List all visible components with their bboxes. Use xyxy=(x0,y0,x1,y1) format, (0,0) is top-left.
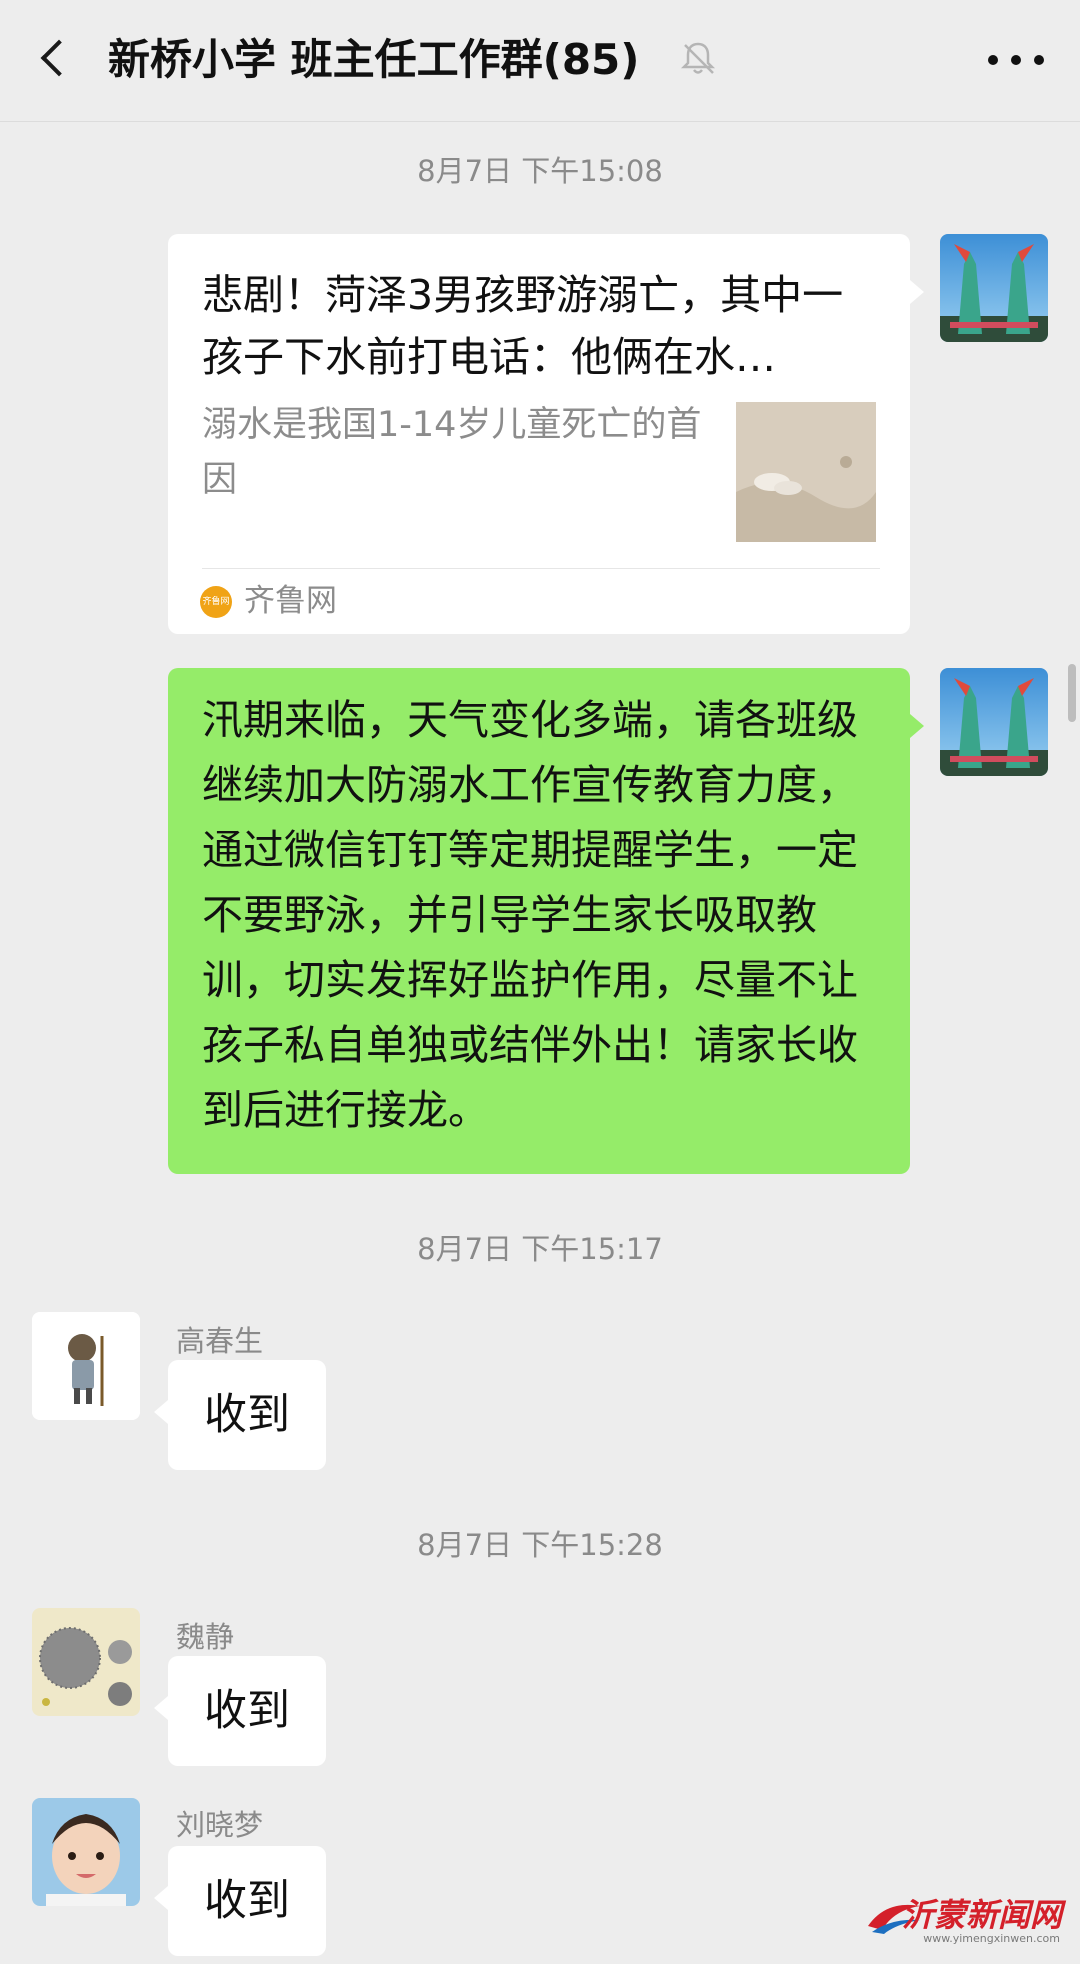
reply-message[interactable]: 收到 xyxy=(168,1656,326,1766)
reply-message[interactable]: 收到 xyxy=(168,1360,326,1470)
link-card-divider xyxy=(202,568,880,569)
chat-header: 新桥小学 班主任工作群(85) xyxy=(0,0,1080,122)
message-timestamp: 8月7日 下午15:08 xyxy=(417,154,663,188)
link-card-thumbnail xyxy=(736,402,876,542)
chat-title: 新桥小学 班主任工作群(85) xyxy=(108,35,640,84)
self-avatar[interactable] xyxy=(940,234,1048,342)
message-timestamp: 8月7日 下午15:28 xyxy=(417,1528,663,1562)
self-avatar[interactable] xyxy=(940,668,1048,776)
link-card-message[interactable]: 悲剧！菏泽3男孩野游溺亡，其中一孩子下水前打电话：他俩在水… 溺水是我国1-14… xyxy=(168,234,910,634)
reply-text: 收到 xyxy=(204,1876,290,1926)
member-avatar[interactable] xyxy=(32,1608,140,1716)
mute-bell-icon xyxy=(680,42,716,74)
link-card-source: 齐鲁网 xyxy=(244,583,337,619)
bubble-tail xyxy=(910,714,924,738)
sender-name: 高春生 xyxy=(176,1324,264,1358)
reply-text: 收到 xyxy=(204,1390,290,1440)
bubble-tail xyxy=(154,1696,168,1720)
reply-message[interactable]: 收到 xyxy=(168,1846,326,1956)
scrollbar-thumb[interactable] xyxy=(1068,664,1076,722)
bubble-tail xyxy=(154,1400,168,1424)
news-watermark: 沂蒙新闻网 www.yimengxinwen.com xyxy=(866,1888,1066,1954)
more-dots-icon xyxy=(988,55,998,65)
back-button[interactable] xyxy=(22,26,86,90)
reply-text: 收到 xyxy=(204,1686,290,1736)
message-timestamp: 8月7日 下午15:17 xyxy=(417,1232,663,1266)
sender-name: 魏静 xyxy=(176,1620,235,1654)
more-options-button[interactable] xyxy=(980,28,1052,92)
notice-text: 汛期来临，天气变化多端，请各班级继续加大防溺水工作宣传教育力度，通过微信钉钉等定… xyxy=(202,696,858,1134)
notice-message[interactable]: 汛期来临，天气变化多端，请各班级继续加大防溺水工作宣传教育力度，通过微信钉钉等定… xyxy=(168,668,910,1174)
member-avatar[interactable] xyxy=(32,1798,140,1906)
sender-name: 刘晓梦 xyxy=(176,1808,264,1842)
bubble-tail xyxy=(154,1886,168,1910)
member-avatar[interactable] xyxy=(32,1312,140,1420)
watermark-url: www.yimengxinwen.com xyxy=(923,1932,1060,1945)
watermark-text: 沂蒙新闻网 xyxy=(901,1896,1062,1934)
source-logo-icon: 齐鲁网 xyxy=(200,586,232,618)
bubble-tail xyxy=(910,280,924,304)
link-card-description: 溺水是我国1-14岁儿童死亡的首因 xyxy=(202,405,702,500)
link-card-title: 悲剧！菏泽3男孩野游溺亡，其中一孩子下水前打电话：他俩在水… xyxy=(202,271,844,381)
back-arrow-icon xyxy=(40,39,78,77)
